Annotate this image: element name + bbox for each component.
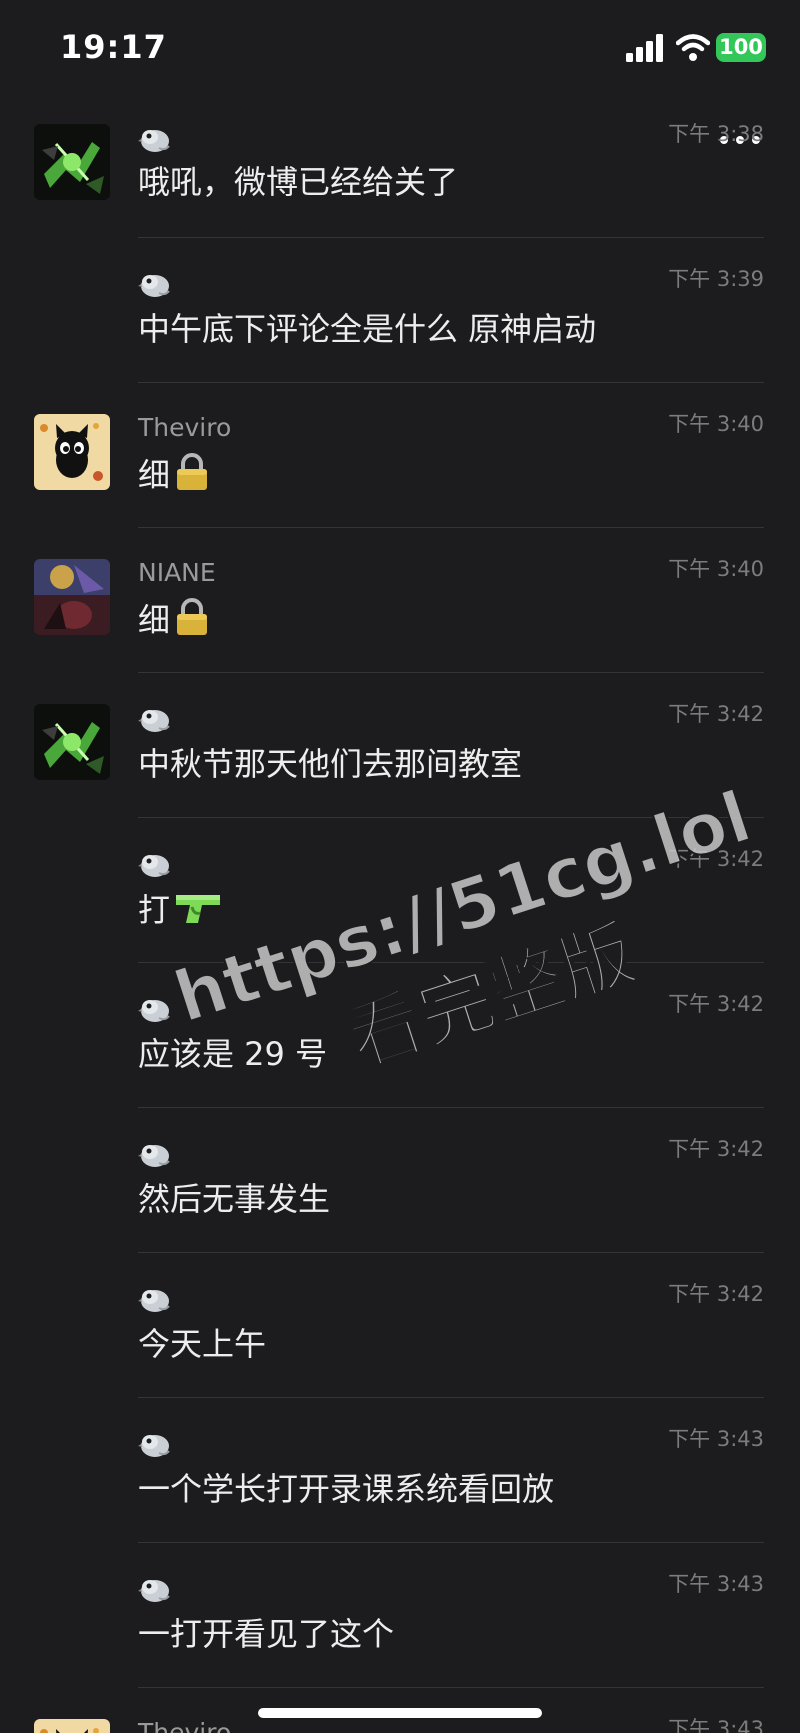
message-time: 下午 3:39 [668, 267, 764, 291]
message-text: 今天上午 [138, 1325, 267, 1363]
message-time: 下午 3:43 [668, 1717, 764, 1733]
message-time: 下午 3:42 [668, 847, 764, 871]
pigeon-icon [138, 124, 172, 154]
message-text: 细 [138, 452, 210, 497]
message-text: 打 [138, 887, 222, 932]
message-item[interactable]: Theviro 下午 3:40 细 [0, 400, 800, 528]
divider [138, 672, 764, 673]
message-text: 哦吼，微博已经给关了 [138, 163, 459, 201]
pigeon-icon [138, 994, 172, 1024]
message-time: 下午 3:42 [668, 992, 764, 1016]
water-gun-icon [174, 887, 222, 927]
message-item[interactable]: NIANE 下午 3:40 细 [0, 545, 800, 673]
divider [138, 817, 764, 818]
pigeon-icon [138, 704, 172, 734]
message-item[interactable]: 下午 3:38 哦吼，微博已经给关了 [0, 110, 800, 238]
message-text: 一个学长打开录课系统看回放 [138, 1470, 555, 1508]
sender-name[interactable]: Theviro [138, 1718, 231, 1733]
message-time: 下午 3:43 [668, 1572, 764, 1596]
divider [138, 382, 764, 383]
message-text: 应该是 29 号 [138, 1035, 328, 1073]
message-text: 一打开看见了这个 [138, 1615, 395, 1653]
message-text: 中午底下评论全是什么 原神启动 [138, 310, 597, 348]
dark-art-avatar[interactable] [34, 559, 110, 635]
message-item[interactable]: 下午 3:42 中秋节那天他们去那间教室 [0, 690, 800, 818]
message-item[interactable]: 下午 3:42 然后无事发生 [0, 1125, 800, 1253]
divider [138, 1107, 764, 1108]
pigeon-icon [138, 1284, 172, 1314]
divider [138, 1687, 764, 1688]
message-time: 下午 3:40 [668, 557, 764, 581]
lock-icon [174, 597, 210, 637]
message-time: 下午 3:40 [668, 412, 764, 436]
status-bar: 19:17 100 [0, 0, 800, 100]
message-text: 细 [138, 597, 210, 642]
sender-name[interactable]: NIANE [138, 558, 216, 588]
message-text-content: 打 [138, 891, 171, 929]
divider [138, 1542, 764, 1543]
message-time: 下午 3:42 [668, 1282, 764, 1306]
cellular-signal-icon [626, 34, 663, 62]
message-text: 中秋节那天他们去那间教室 [138, 745, 523, 783]
status-time: 19:17 [60, 28, 167, 66]
message-item[interactable]: 下午 3:43 一个学长打开录课系统看回放 [0, 1415, 800, 1543]
pigeon-icon [138, 849, 172, 879]
divider [138, 237, 764, 238]
lock-icon [174, 452, 210, 492]
pigeon-icon [138, 1429, 172, 1459]
divider [138, 527, 764, 528]
message-time: 下午 3:42 [668, 702, 764, 726]
pigeon-icon [138, 269, 172, 299]
message-time: 下午 3:38 [668, 122, 764, 146]
message-item[interactable]: 下午 3:42 打 [0, 835, 800, 963]
home-indicator[interactable] [258, 1708, 542, 1718]
black-cat-avatar[interactable] [34, 414, 110, 490]
message-time: 下午 3:43 [668, 1427, 764, 1451]
message-item[interactable]: 下午 3:42 今天上午 [0, 1270, 800, 1398]
dark-green-avatar[interactable] [34, 124, 110, 200]
sender-name[interactable]: Theviro [138, 413, 231, 443]
message-text: 然后无事发生 [138, 1180, 331, 1218]
message-item[interactable]: 下午 3:43 一打开看见了这个 [0, 1560, 800, 1688]
wifi-icon [676, 34, 710, 61]
message-text-content: 细 [138, 601, 171, 639]
divider [138, 1397, 764, 1398]
black-cat-avatar[interactable] [34, 1719, 110, 1733]
message-item[interactable]: 下午 3:39 中午底下评论全是什么 原神启动 [0, 255, 800, 383]
dark-green-avatar[interactable] [34, 704, 110, 780]
message-text-content: 细 [138, 456, 171, 494]
battery-indicator: 100 [716, 33, 766, 62]
pigeon-icon [138, 1574, 172, 1604]
message-item[interactable]: 下午 3:42 应该是 29 号 [0, 980, 800, 1108]
divider [138, 1252, 764, 1253]
pigeon-icon [138, 1139, 172, 1169]
divider [138, 962, 764, 963]
message-time: 下午 3:42 [668, 1137, 764, 1161]
